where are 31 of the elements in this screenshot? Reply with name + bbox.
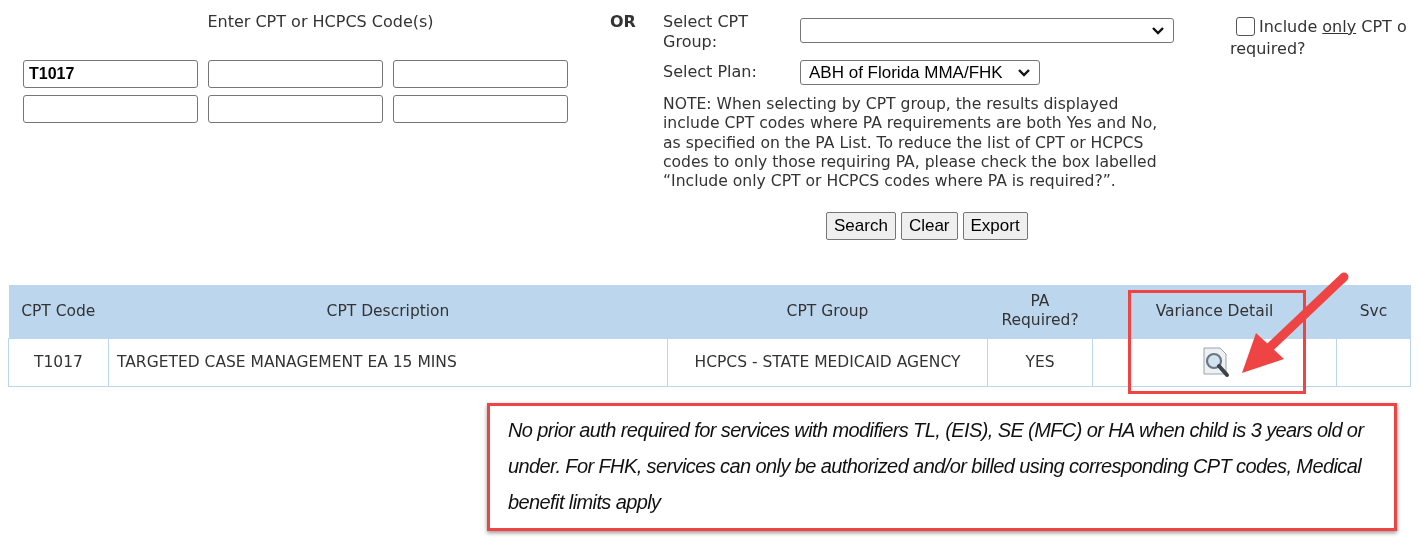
column-header: CPT Group: [667, 285, 988, 338]
code-input[interactable]: [208, 60, 383, 88]
or-label: OR: [610, 12, 637, 33]
column-header: CPT Description: [108, 285, 668, 338]
table-cell: T1017: [8, 338, 109, 386]
code-input[interactable]: [393, 60, 568, 88]
include-only-checkbox[interactable]: [1236, 17, 1255, 36]
table-cell: YES: [987, 338, 1093, 386]
checkbox-label: Include only CPT o: [1259, 16, 1407, 38]
chevron-down-icon: [1151, 25, 1165, 36]
note-text: NOTE: When selecting by CPT group, the results displayed include CPT codes where PA requirements are both Yes and No, as specified on the PA List. To reduce the list of CPT or HCPCS codes to only those requiring PA, please check the box labelled “Include only CPT or HCPCS codes where PA is required?”.: [663, 95, 1159, 192]
cpt-group-select[interactable]: [800, 18, 1174, 43]
callout-text: No prior auth required for services with modifiers TL, (EIS), SE (MFC) or HA when child is 3 years old or under. For FHK, services can only be authorized and/or billed using corresponding CPT codes, Medical benefit limits apply: [487, 402, 1397, 531]
plan-select[interactable]: ABH of Florida MMA/FHK: [800, 60, 1040, 85]
action-button[interactable]: Export: [962, 212, 1028, 241]
code-input[interactable]: [393, 95, 568, 123]
field-label: Select CPT Group:: [663, 12, 750, 52]
checkbox-label: required?: [1230, 39, 1306, 59]
code-input[interactable]: T1017: [23, 60, 198, 88]
table-cell: TARGETED CASE MANAGEMENT EA 15 MINS: [108, 338, 668, 386]
section-title: Enter CPT or HCPCS Code(s): [206, 12, 435, 31]
column-header: CPT Code: [8, 285, 109, 338]
field-label: Select Plan:: [663, 62, 758, 82]
chevron-down-icon: [1016, 67, 1031, 78]
code-input[interactable]: [208, 95, 383, 123]
code-input[interactable]: [23, 95, 198, 123]
action-button[interactable]: Clear: [900, 212, 958, 241]
column-header: Svc: [1336, 285, 1411, 338]
action-button[interactable]: Search: [826, 212, 896, 241]
table-cell: HCPCS - STATE MEDICAID AGENCY: [667, 338, 988, 386]
column-header: PA Required?: [987, 285, 1093, 338]
